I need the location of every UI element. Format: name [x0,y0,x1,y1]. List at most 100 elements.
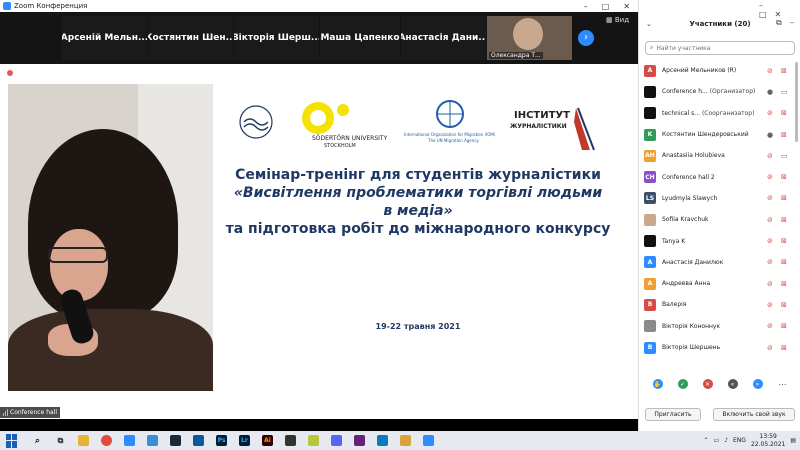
video-off-icon[interactable]: ⊠ [781,67,787,75]
photoshop-icon[interactable]: Ps [216,435,227,446]
network-icon[interactable]: ▭ [714,437,720,444]
reaction-bar: ✋ ✓ ✕ « » ⋯ [639,379,800,389]
chevron-up-icon[interactable]: ⌃ [703,437,708,444]
notifications-icon[interactable]: ▤ [790,437,796,444]
app-icon[interactable] [377,435,388,446]
archive-icon[interactable] [400,435,411,446]
participant-row[interactable]: B Валерія ⊘ ⊠ [639,294,800,315]
video-off-icon[interactable]: ⊠ [781,216,787,224]
participant-row[interactable]: B Вікторія Шершень ⊘ ⊠ [639,337,800,358]
video-tile[interactable]: Вікторія Шерш... [234,16,319,60]
popout-icon[interactable]: ⧉ [776,18,782,28]
visual-studio-icon[interactable] [354,435,365,446]
mic-muted-icon[interactable]: ⊘ [767,194,773,202]
chrome-icon[interactable] [101,435,112,446]
slower-icon[interactable]: « [727,379,738,389]
lightroom-icon[interactable]: Lr [239,435,250,446]
zoom-taskbar-icon[interactable] [423,435,434,446]
participant-row[interactable]: Sofiia Kravchuk ⊘ ⊠ [639,209,800,230]
no-icon[interactable]: ✕ [702,379,713,389]
video-off-icon[interactable]: ⊠ [781,301,787,309]
speaker-face [50,229,108,301]
mic-muted-icon[interactable]: ⊘ [767,216,773,224]
participant-row[interactable]: Tanya K ⊘ ⊠ [639,230,800,251]
steam-icon[interactable] [170,435,181,446]
obs-icon[interactable] [285,435,296,446]
minecraft-icon[interactable] [308,435,319,446]
video-off-icon[interactable]: ⊠ [781,109,787,117]
video-off-icon[interactable]: ⊠ [781,280,787,288]
video-tile[interactable]: Костянтин Шен... [148,16,233,60]
search-input[interactable] [656,44,777,52]
file-explorer-icon[interactable] [78,435,89,446]
mic-muted-icon[interactable]: ⊘ [767,173,773,181]
participant-name: Conference hall 2 [662,174,762,181]
view-button[interactable]: ▦ Вид [606,16,629,24]
video-tile[interactable]: Маша Цапенко [320,16,400,60]
window-controls[interactable]: –□✕ [759,1,800,19]
participant-row[interactable]: CH Conference hall 2 ⊘ ⊠ [639,166,800,187]
volume-icon[interactable]: ♪ [724,437,728,444]
video-off-icon[interactable]: ⊠ [781,194,787,202]
yes-icon[interactable]: ✓ [677,379,688,389]
photos-icon[interactable] [147,435,158,446]
participant-row[interactable]: K Костянтин Шендеровський ● ⊠ [639,124,800,145]
video-icon[interactable]: ▭ [781,88,788,96]
participant-search[interactable]: ⌕ [645,41,795,55]
discord-icon[interactable] [331,435,342,446]
mic-muted-icon[interactable]: ⊘ [767,280,773,288]
participant-row[interactable]: A Анастасія Данилюк ⊘ ⊠ [639,252,800,273]
mic-icon[interactable]: ● [767,88,773,96]
mic-muted-icon[interactable]: ⊘ [767,258,773,266]
video-off-icon[interactable]: ⊠ [781,131,787,139]
cbss-logo [239,105,273,139]
search-icon[interactable]: ⌕ [32,435,43,446]
unmute-button[interactable]: Включить свой звук [713,408,795,421]
close-panel-icon[interactable]: – [790,18,794,27]
minimize-icon[interactable]: – [584,2,588,11]
participant-name-text: Вікторія Шершень [662,344,721,351]
participant-row[interactable]: A Андреева Анна ⊘ ⊠ [639,273,800,294]
video-icon[interactable]: ▭ [781,152,788,160]
video-off-icon[interactable]: ⊠ [781,258,787,266]
mic-muted-icon[interactable]: ⊘ [767,344,773,352]
start-icon[interactable] [6,433,20,448]
participant-row[interactable]: AH Anastasiia Holubieva ⊘ ▭ [639,145,800,166]
video-tile[interactable]: Анастасія Дани... [401,16,486,60]
faster-icon[interactable]: » [752,379,763,389]
maximize-icon[interactable]: □ [602,2,610,11]
video-off-icon[interactable]: ⊠ [781,344,787,352]
mic-muted-icon[interactable]: ⊘ [767,301,773,309]
clock[interactable]: 13:59 22.05.2021 [751,433,785,449]
mic-muted-icon[interactable]: ⊘ [767,237,773,245]
mic-muted-icon[interactable]: ⊘ [767,109,773,117]
video-off-icon[interactable]: ⊠ [781,322,787,330]
next-page-button[interactable]: › [578,30,594,46]
video-off-icon[interactable]: ⊠ [781,237,787,245]
more-icon[interactable]: ⋯ [777,379,788,389]
logo-text: The UN Migration Agency [427,138,480,143]
participant-row[interactable]: A Арсений Мельников (R) ⊘ ⊠ [639,60,800,81]
self-video-tile[interactable]: Олександра Т... [487,16,572,60]
language-indicator[interactable]: ENG [733,437,746,444]
scrollbar[interactable] [795,62,798,142]
self-tile-name: Олександра Т... [489,52,543,59]
weather-icon[interactable] [193,435,204,446]
illustrator-icon[interactable]: Ai [262,435,273,446]
mic-icon[interactable]: ● [767,131,773,139]
mic-muted-icon[interactable]: ⊘ [767,322,773,330]
mic-muted-icon[interactable]: ⊘ [767,67,773,75]
mic-muted-icon[interactable]: ⊘ [767,152,773,160]
participant-row[interactable]: LS Lyudmyla Slawych ⊘ ⊠ [639,188,800,209]
close-icon[interactable]: ✕ [623,2,630,11]
mail-icon[interactable] [124,435,135,446]
participant-row[interactable]: Вікторія Кононнук ⊘ ⊠ [639,316,800,337]
raise-hand-icon[interactable]: ✋ [652,379,663,389]
slide-title-line: в медіа» [383,203,453,219]
participant-row[interactable]: technical s... (Соорганизатор) ⊘ ⊠ [639,103,800,124]
participant-row[interactable]: Conference h... (Организатор) ● ▭ [639,81,800,102]
task-view-icon[interactable]: ⧉ [55,435,66,446]
invite-button[interactable]: Пригласить [645,408,701,421]
video-off-icon[interactable]: ⊠ [781,173,787,181]
video-tile[interactable]: Арсеній Мельн... [62,16,147,60]
